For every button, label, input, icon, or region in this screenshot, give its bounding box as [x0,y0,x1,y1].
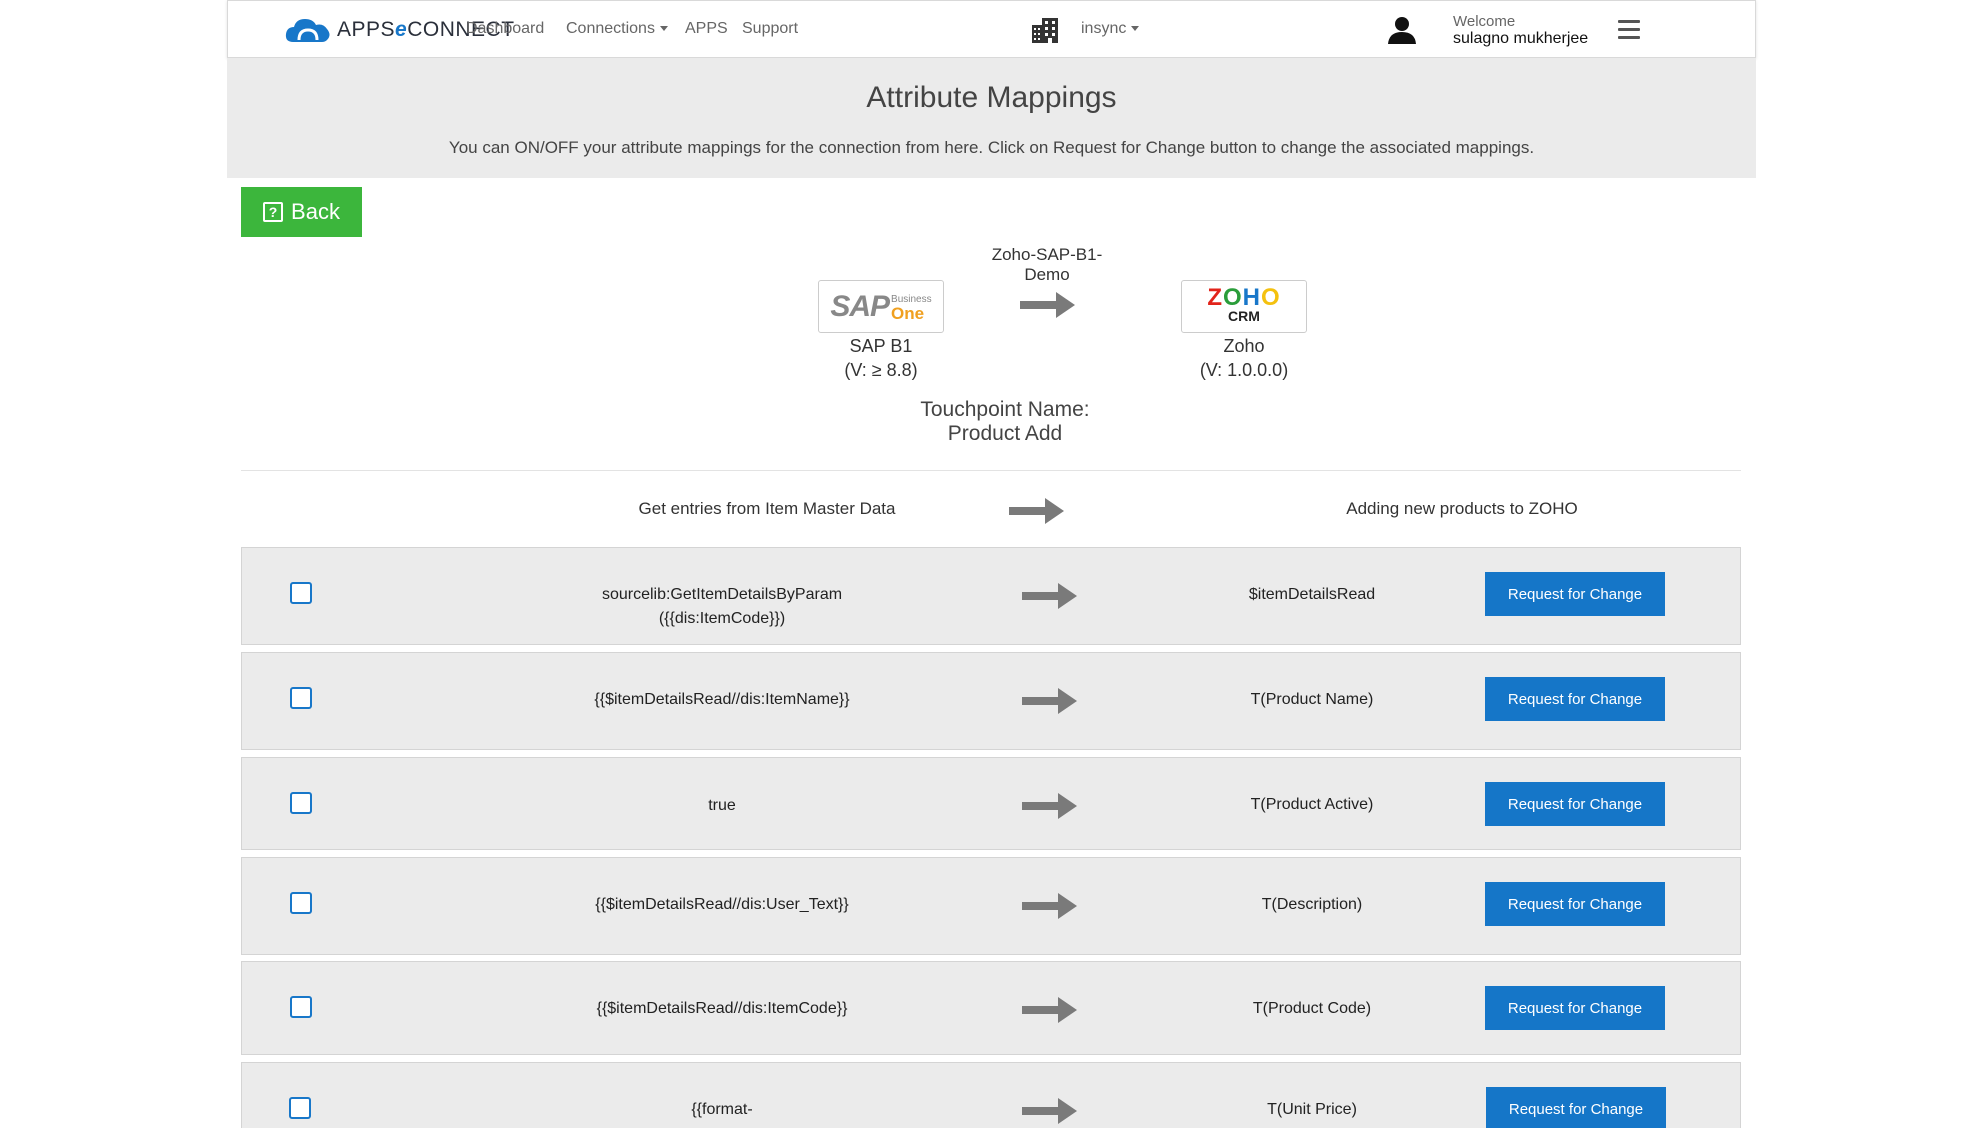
org-label: insync [1081,20,1127,37]
welcome-label: Welcome [1453,13,1516,30]
mapping-checkbox[interactable] [290,892,312,914]
mapping-checkbox[interactable] [290,687,312,709]
arrow-right-icon [1009,498,1064,524]
welcome-block: Welcome sulagno mukherjee [1453,13,1588,47]
arrow-right-icon [1022,893,1077,919]
mapping-source: {{$itemDetailsRead//dis:User_Text}} [595,896,849,913]
flow-target-description: Adding new products to ZOHO [1346,499,1578,518]
mapping-target: T(Description) [1261,896,1363,913]
app-shell: APPSеCONNECT Dashboard Connections APPS … [227,0,1756,1128]
mapping-checkbox[interactable] [290,792,312,814]
arrow-right-icon [1022,1098,1077,1124]
request-for-change-button[interactable]: Request for Change [1485,677,1665,721]
cloud-logo-icon [285,19,330,42]
chevron-down-icon [659,26,668,32]
mapping-row: {{$itemDetailsRead//dis:ItemName}} T(Pro… [241,652,1741,750]
mapping-target: T(Unit Price) [1267,1101,1357,1118]
source-app: SAP B1 (V: ≥ 8.8) [801,334,961,382]
page-title: Attribute Mappings [866,81,1117,114]
mapping-checkbox[interactable] [290,582,312,604]
request-for-change-button[interactable]: Request for Change [1485,572,1665,616]
top-navbar: APPSеCONNECT Dashboard Connections APPS … [227,0,1756,58]
arrow-right-icon [1022,583,1077,609]
back-label: Back [291,199,340,224]
arrow-right-icon [1022,793,1077,819]
building-icon [1032,18,1058,43]
help-icon: ? [263,202,284,222]
header-band [227,58,1756,178]
request-for-change-button[interactable]: Request for Change [1486,1087,1666,1128]
mapping-row: {{format- T(Unit Price) Request for Chan… [241,1062,1741,1128]
chevron-down-icon [1131,26,1140,32]
mapping-source: {{format- [691,1101,753,1118]
touchpoint-label: Touchpoint Name: [920,398,1090,421]
zoho-crm-logo: ZOHO CRM [1181,280,1307,333]
mapping-row: {{$itemDetailsRead//dis:User_Text}} T(De… [241,857,1741,955]
mapping-checkbox[interactable] [289,1097,311,1119]
user-icon[interactable] [1388,16,1416,44]
touchpoint: Touchpoint Name: Product Add [255,398,1755,446]
mapping-row: true T(Product Active) Request for Chang… [241,757,1741,850]
back-button[interactable]: ? Back [241,187,362,237]
arrow-right-icon [1022,688,1077,714]
page: APPSеCONNECT Dashboard Connections APPS … [0,0,1982,1128]
mapping-target: $itemDetailsRead [1248,586,1376,603]
mapping-target: T(Product Active) [1250,796,1374,813]
mapping-source: true [708,797,736,814]
divider [241,470,1741,471]
mapping-checkbox[interactable] [290,996,312,1018]
mapping-target: T(Product Code) [1252,1000,1372,1017]
mapping-row: {{$itemDetailsRead//dis:ItemCode}} T(Pro… [241,961,1741,1055]
touchpoint-name: Product Add [947,422,1063,445]
nav-connections-label: Connections [566,20,655,37]
target-app-name: Zoho [1223,336,1265,356]
mapping-source: {{$itemDetailsRead//dis:ItemName}} [594,691,850,708]
nav-support[interactable]: Support [742,20,798,38]
target-app-version: (V: 1.0.0.0) [1199,360,1289,380]
nav-dashboard[interactable]: Dashboard [466,20,544,38]
request-for-change-button[interactable]: Request for Change [1485,882,1665,926]
mapping-source: sourcelib:GetItemDetailsByParam({{dis:It… [601,586,843,627]
arrow-right-icon [1022,997,1077,1023]
source-app-name: SAP B1 [849,336,913,356]
request-for-change-button[interactable]: Request for Change [1485,986,1665,1030]
request-for-change-button[interactable]: Request for Change [1485,782,1665,826]
mapping-source: {{$itemDetailsRead//dis:ItemCode}} [596,1000,848,1017]
hamburger-menu-icon[interactable] [1618,20,1640,40]
nav-connections[interactable]: Connections [566,20,668,38]
mapping-row: sourcelib:GetItemDetailsByParam({{dis:It… [241,547,1741,645]
nav-apps[interactable]: APPS [685,20,728,38]
source-app-version: (V: ≥ 8.8) [844,360,918,380]
connection-name: Zoho-SAP-B1-Demo [991,245,1103,284]
page-subtitle: You can ON/OFF your attribute mappings f… [448,138,1535,157]
user-name: sulagno mukherjee [1453,30,1589,47]
flow-source-description: Get entries from Item Master Data [638,499,896,518]
sap-logo: SAP Business One [818,280,944,333]
arrow-right-icon [1020,292,1075,318]
nav-org-insync[interactable]: insync [1081,20,1140,38]
target-app: Zoho (V: 1.0.0.0) [1164,334,1324,382]
mapping-target: T(Product Name) [1250,691,1374,708]
